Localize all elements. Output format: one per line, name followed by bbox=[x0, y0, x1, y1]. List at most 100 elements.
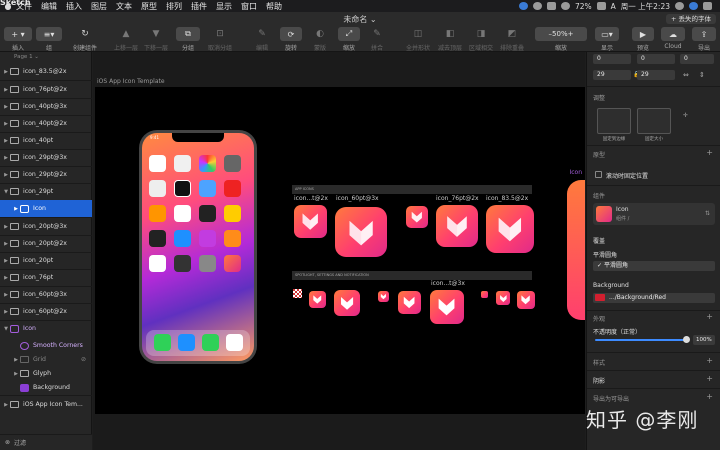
app-icon-preview[interactable] bbox=[398, 291, 421, 314]
disclosure-triangle-icon[interactable]: ▶ bbox=[2, 275, 10, 281]
hidden-eye-icon[interactable]: ⊘ bbox=[81, 356, 86, 363]
group-button[interactable]: ≡▾ 组 bbox=[36, 27, 62, 52]
flip-horizontal-icon[interactable]: ⇔ bbox=[683, 71, 689, 79]
layer-row-symbol-master[interactable]: ▼ Icon bbox=[0, 320, 92, 337]
layer-row[interactable]: ▶ icon_40pt bbox=[0, 132, 92, 149]
artboard[interactable]: 9:41 APP ICONS icon...t@2x icon_60pt@3x … bbox=[95, 87, 585, 414]
preview-button[interactable]: ▶ 预览 bbox=[632, 27, 654, 52]
insert-button[interactable]: + ▾ 插入 bbox=[4, 27, 32, 52]
menu-insert[interactable]: 插入 bbox=[66, 1, 82, 12]
layer-row[interactable]: Background bbox=[0, 379, 92, 396]
input-source[interactable]: A bbox=[611, 2, 616, 11]
disclosure-triangle-icon[interactable]: ▶ bbox=[2, 69, 10, 75]
rotation-field[interactable]: 0 bbox=[680, 54, 714, 64]
menubar-clock[interactable]: 周一 上午2:23 bbox=[621, 1, 670, 12]
layer-row[interactable]: ▶ icon_40pt@3x bbox=[0, 98, 92, 115]
disclosure-triangle-icon[interactable]: ▶ bbox=[2, 402, 10, 408]
menu-view[interactable]: 显示 bbox=[216, 1, 232, 12]
add-shadow-icon[interactable]: + bbox=[706, 374, 713, 383]
smooth-corners-select[interactable]: ✓ 平滑圆角 bbox=[593, 261, 715, 271]
menu-prototype[interactable]: 原型 bbox=[141, 1, 157, 12]
document-title[interactable]: 未命名 ⌄ bbox=[0, 14, 720, 25]
artboard-title[interactable]: iOS App Icon Template bbox=[97, 78, 165, 85]
disclosure-triangle-icon[interactable]: ▶ bbox=[2, 258, 10, 264]
app-icon-preview[interactable] bbox=[335, 207, 387, 257]
flatten-button[interactable]: ✎ 拼合 bbox=[366, 27, 388, 52]
app-icon-preview[interactable] bbox=[486, 205, 534, 253]
forward-button[interactable]: ▲ 上移一层 bbox=[113, 27, 139, 52]
symbol-master-label[interactable]: Icon bbox=[569, 169, 582, 176]
status-cloud-icon[interactable] bbox=[546, 2, 556, 10]
background-select[interactable]: .../Background/Red bbox=[593, 293, 715, 303]
status-wifi-icon[interactable] bbox=[560, 2, 570, 10]
zoom-in-icon[interactable]: + bbox=[568, 30, 574, 38]
disclosure-triangle-icon[interactable]: ▶ bbox=[2, 104, 10, 110]
menu-arrange[interactable]: 排列 bbox=[166, 1, 182, 12]
layer-row[interactable]: ▶ icon_40pt@2x bbox=[0, 115, 92, 132]
status-app-icon[interactable] bbox=[518, 2, 528, 10]
menu-text[interactable]: 文本 bbox=[116, 1, 132, 12]
app-icon-preview[interactable] bbox=[406, 206, 428, 228]
layer-row[interactable]: ▶ icon_20pt@3x bbox=[0, 218, 92, 235]
app-icon-preview[interactable] bbox=[294, 205, 327, 238]
rotate-button[interactable]: ⟳ 旋转 bbox=[280, 27, 302, 52]
disclosure-triangle-icon[interactable]: ▶ bbox=[2, 155, 10, 161]
x-position-field[interactable]: 0 bbox=[593, 54, 631, 64]
y-position-field[interactable]: 0 bbox=[637, 54, 675, 64]
layer-row[interactable]: ▶ icon_60pt@3x bbox=[0, 286, 92, 303]
app-icon-preview[interactable] bbox=[481, 291, 488, 298]
canvas[interactable]: iOS App Icon Template 9:41 APP ICONS ico… bbox=[93, 52, 585, 450]
layer-row[interactable]: ▶ icon_60pt@2x bbox=[0, 303, 92, 320]
height-field[interactable]: 29 bbox=[637, 70, 675, 80]
battery-icon[interactable] bbox=[596, 2, 606, 10]
export-button[interactable]: ⇪ 导出 bbox=[692, 27, 716, 52]
app-icon-preview[interactable] bbox=[436, 205, 478, 247]
width-field[interactable]: 29 bbox=[593, 70, 631, 80]
cloud-button[interactable]: ☁ Cloud bbox=[661, 27, 685, 50]
menu-help[interactable]: 帮助 bbox=[266, 1, 282, 12]
opacity-slider-handle[interactable] bbox=[683, 336, 690, 343]
app-icon-preview[interactable] bbox=[517, 291, 535, 309]
layer-row[interactable]: ▼ icon_29pt bbox=[0, 183, 92, 200]
search-icon[interactable] bbox=[675, 2, 684, 10]
disclosure-triangle-icon[interactable]: ▶ bbox=[12, 357, 20, 363]
layer-row[interactable]: ▶ iOS App Icon Tem... bbox=[0, 396, 92, 413]
disclosure-triangle-icon[interactable]: ▶ bbox=[12, 206, 20, 212]
layer-row[interactable]: ▶ icon_76pt bbox=[0, 269, 92, 286]
edit-button[interactable]: ✎ 编辑 bbox=[252, 27, 272, 52]
backward-button[interactable]: ▼ 下移一层 bbox=[143, 27, 169, 52]
fix-on-scroll-checkbox[interactable] bbox=[595, 171, 602, 178]
siri-icon[interactable] bbox=[689, 2, 698, 10]
app-icon-preview[interactable] bbox=[378, 291, 389, 302]
symbol-picker[interactable]: Icon 组件 / ⇅ bbox=[593, 203, 715, 225]
disclosure-triangle-icon[interactable]: ▶ bbox=[2, 292, 10, 298]
add-appearance-icon[interactable]: + bbox=[706, 312, 713, 321]
layer-filter[interactable]: ⊗ 过滤 bbox=[0, 434, 92, 450]
layer-row[interactable]: ▶ icon_20pt@2x bbox=[0, 235, 92, 252]
layer-row[interactable]: ▶ icon_83.5@2x bbox=[0, 63, 92, 80]
view-button[interactable]: ▭▾ 显示 bbox=[595, 27, 619, 52]
scale-button[interactable]: ⤢ 缩放 bbox=[338, 27, 360, 52]
add-style-icon[interactable]: + bbox=[706, 356, 713, 365]
disclosure-triangle-icon[interactable]: ▶ bbox=[2, 309, 10, 315]
add-prototype-icon[interactable]: + bbox=[706, 148, 713, 157]
app-icon-preview[interactable] bbox=[430, 290, 464, 324]
transparency-checker[interactable] bbox=[293, 289, 302, 298]
disclosure-triangle-icon[interactable]: ▶ bbox=[12, 371, 20, 377]
subtract-button[interactable]: ◧ 减去顶层 bbox=[436, 27, 464, 52]
opacity-field[interactable]: 100% bbox=[693, 335, 715, 345]
detach-button[interactable]: ⊡ 取消分组 bbox=[206, 27, 234, 52]
resize-arrows-icon[interactable]: ✛ bbox=[683, 112, 688, 119]
zoom-stepper[interactable]: – 50% + bbox=[535, 27, 587, 41]
add-export-icon[interactable]: + bbox=[706, 392, 713, 401]
menu-window[interactable]: 窗口 bbox=[241, 1, 257, 12]
menu-layer[interactable]: 图层 bbox=[91, 1, 107, 12]
fixed-size-control[interactable] bbox=[637, 108, 671, 134]
zoom-control[interactable]: – 50% + 缩放 bbox=[535, 27, 587, 52]
intersect-button[interactable]: ◨ 区域相交 bbox=[467, 27, 495, 52]
layer-row-selected[interactable]: ▶ Icon bbox=[0, 200, 92, 217]
menu-edit[interactable]: 编辑 bbox=[41, 1, 57, 12]
iphone-mockup[interactable]: 9:41 bbox=[139, 130, 257, 364]
disclosure-triangle-icon[interactable]: ▶ bbox=[2, 172, 10, 178]
flip-vertical-icon[interactable]: ⇕ bbox=[699, 71, 705, 79]
